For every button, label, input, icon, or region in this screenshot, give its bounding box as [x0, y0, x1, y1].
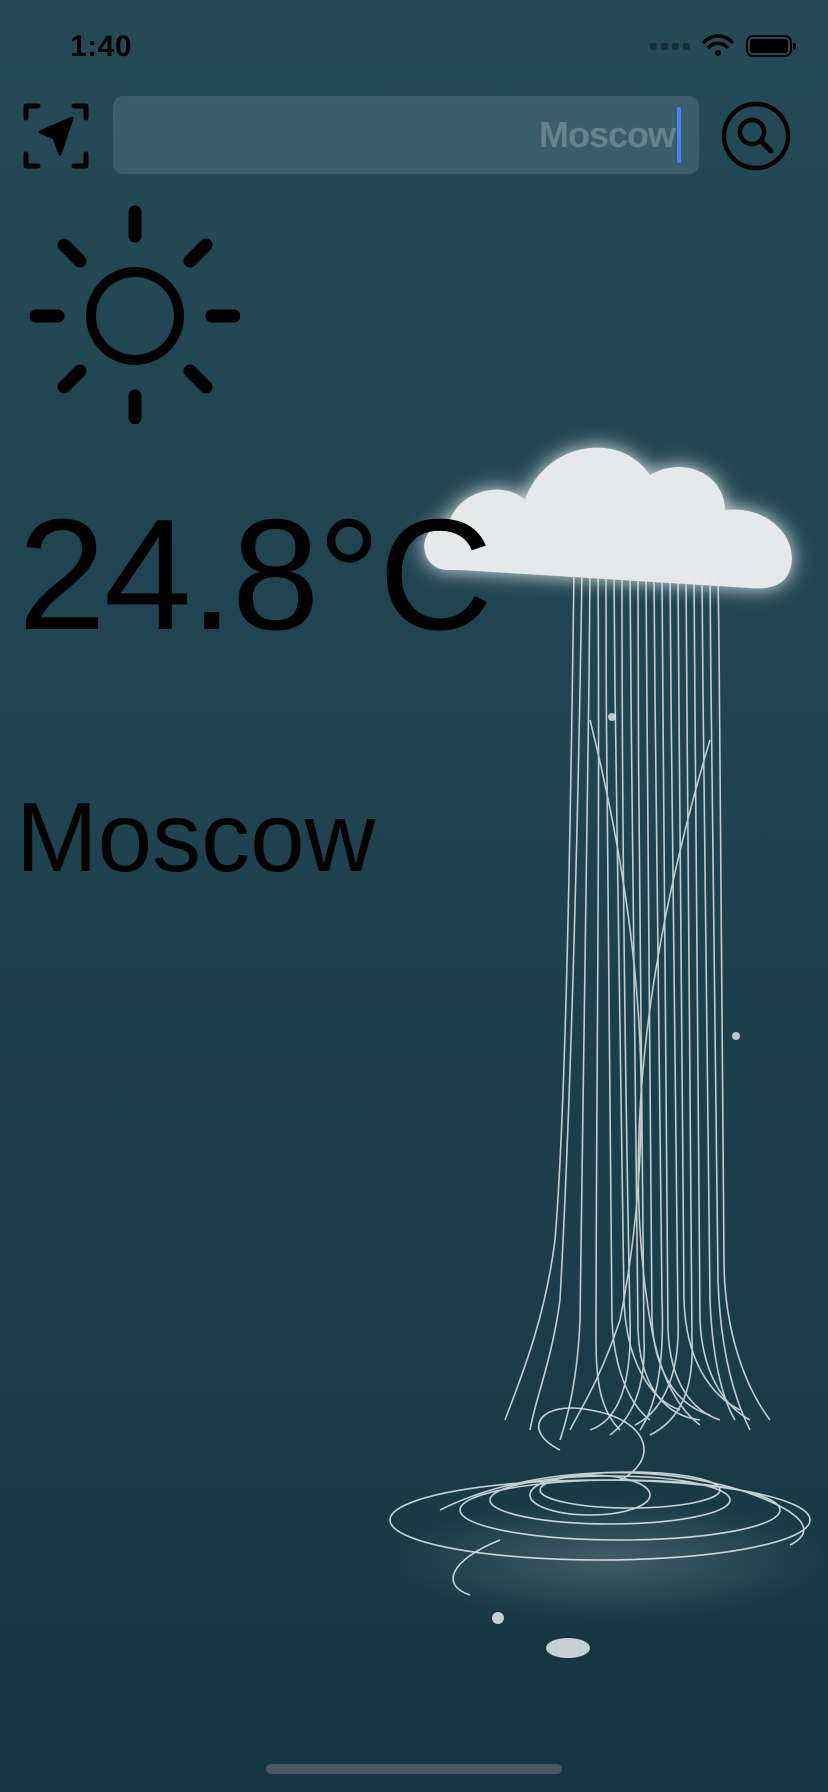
- sun-icon: [30, 205, 240, 424]
- search-button[interactable]: [720, 100, 792, 172]
- battery-icon: [746, 35, 796, 57]
- text-caret: [677, 107, 681, 163]
- status-indicators: [650, 34, 796, 58]
- wifi-icon: [702, 34, 734, 56]
- current-location-button[interactable]: [22, 100, 90, 172]
- status-time: 1:40: [70, 30, 133, 63]
- location-arrow-icon: [23, 103, 89, 169]
- magnifying-glass-icon: [721, 101, 791, 171]
- cellular-signal-icon: [650, 42, 690, 50]
- search-input[interactable]: Moscow: [113, 96, 699, 174]
- rain-strands: [504, 569, 771, 1441]
- search-input-value: Moscow: [538, 114, 676, 155]
- city-name-label: Moscow: [16, 782, 376, 892]
- home-indicator[interactable]: [266, 1764, 562, 1774]
- temperature-label: 24.8°C: [18, 487, 493, 663]
- weather-screen: 1:40 Moscow 24.8°C Moscow: [0, 0, 828, 1792]
